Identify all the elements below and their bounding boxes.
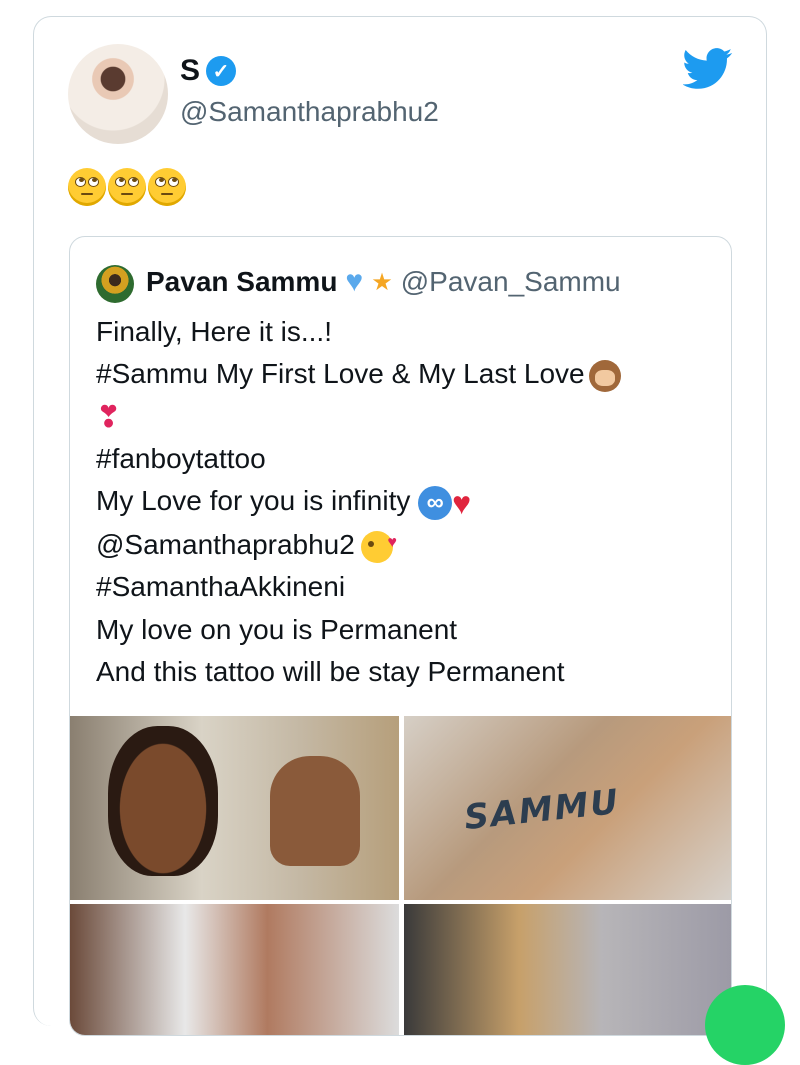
- tattoo-text: SAMMU: [462, 781, 622, 839]
- rolling-eyes-emoji: [68, 168, 106, 206]
- quoted-author-avatar[interactable]: [96, 265, 134, 303]
- see-no-evil-monkey-emoji: [588, 359, 621, 392]
- hand-graphic: [270, 756, 360, 866]
- text-line: Finally, Here it is...!: [96, 316, 332, 347]
- author-handle[interactable]: @Samanthaprabhu2: [180, 96, 439, 128]
- blue-heart-emoji: ♥: [345, 265, 364, 298]
- author-name-row[interactable]: S ✓: [180, 54, 237, 88]
- photo-grid[interactable]: SAMMU: [70, 716, 731, 1035]
- selfie-photo[interactable]: [70, 716, 399, 900]
- tattoo-photo[interactable]: SAMMU: [404, 716, 731, 900]
- text-line: And this tattoo will be stay Permanent: [96, 655, 565, 687]
- tattooing-photo-2[interactable]: [404, 904, 731, 1035]
- face-graphic: [108, 726, 218, 876]
- author-name[interactable]: S: [180, 54, 200, 88]
- text-line-infinity: My Love for you is infinity: [96, 485, 411, 517]
- text-line: My love on you is Permanent: [96, 613, 458, 645]
- text-line: ❣: [96, 396, 716, 438]
- text-line-sammu[interactable]: #Sammu My First Love & My Last Love: [96, 358, 585, 389]
- quoted-tweet[interactable]: Pavan Sammu ♥ ★ @Pavan_Sammu Finally, He…: [69, 236, 732, 1036]
- verified-badge-icon: ✓: [206, 56, 237, 86]
- text-line: #Sammu My First Love & My Last Love: [96, 353, 716, 395]
- twitter-bird-icon[interactable]: [683, 48, 733, 90]
- text-line: My Love for you is infinity ∞ ♥: [96, 480, 716, 524]
- kissing-face-emoji: [360, 522, 397, 565]
- quoted-tweet-text: Finally, Here it is...! #Sammu My First …: [96, 311, 716, 693]
- infinity-emoji: ∞: [418, 485, 453, 520]
- text-line: @Samanthaprabhu2: [96, 522, 716, 566]
- hashtag-samanthaakkineni[interactable]: #SamanthaAkkineni: [96, 566, 716, 608]
- quoted-author-handle[interactable]: @Pavan_Sammu: [401, 266, 621, 298]
- tattooing-photo-1[interactable]: [70, 904, 399, 1035]
- rolling-eyes-emoji: [148, 168, 186, 206]
- rolling-eyes-emoji-row: [68, 168, 186, 206]
- quoted-author-row[interactable]: Pavan Sammu ♥ ★ @Pavan_Sammu: [146, 265, 621, 299]
- quoted-author-name[interactable]: Pavan Sammu: [146, 266, 337, 298]
- hashtag-fanboytattoo[interactable]: #fanboytattoo: [96, 438, 716, 480]
- floating-action-button[interactable]: [705, 985, 785, 1065]
- mention-samanthaprabhu2[interactable]: @Samanthaprabhu2: [96, 529, 355, 560]
- two-hearts-emoji: ❣: [96, 401, 122, 435]
- red-heart-emoji: ♥: [452, 484, 472, 521]
- dizzy-star-emoji: ★: [371, 268, 393, 296]
- author-avatar[interactable]: [68, 44, 168, 144]
- rolling-eyes-emoji: [108, 168, 146, 206]
